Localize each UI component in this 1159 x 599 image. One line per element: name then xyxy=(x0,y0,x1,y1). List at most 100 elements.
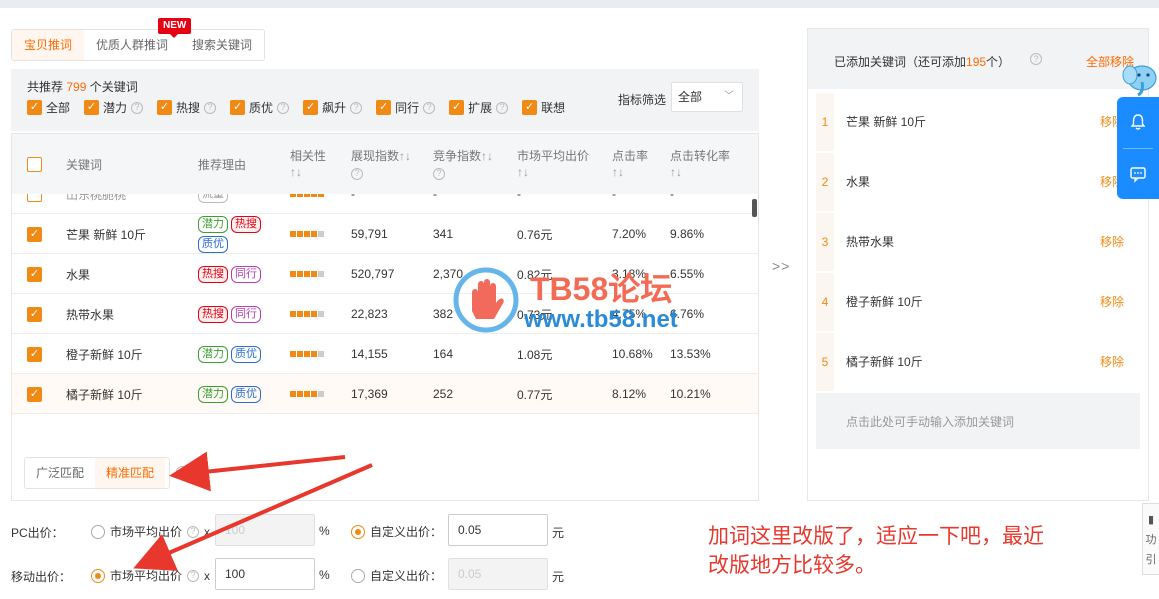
radio-icon[interactable] xyxy=(351,568,365,583)
metric-filter-select[interactable]: 全部 ﹀ xyxy=(671,82,743,112)
checkbox-checked-icon[interactable]: ✓ xyxy=(157,100,173,115)
sort-icon[interactable]: ↑↓ xyxy=(517,164,589,180)
sort-icon[interactable]: ↑↓ xyxy=(399,149,411,163)
help-icon[interactable]: ? xyxy=(187,525,200,538)
reason-tag: 同行 xyxy=(231,305,261,323)
bell-icon[interactable] xyxy=(1117,97,1159,147)
yuan-unit: 元 xyxy=(552,526,565,540)
tab-item-recommend[interactable]: 宝贝推词 xyxy=(12,30,85,60)
col-impressions[interactable]: 展现指数↑↓ ? xyxy=(351,148,411,180)
filter-associate[interactable]: ✓ 联想 xyxy=(522,99,565,116)
mobile-custom-bid-input[interactable]: 0.05 xyxy=(448,558,548,590)
chat-icon[interactable] xyxy=(1117,149,1159,199)
help-icon[interactable]: ? xyxy=(1030,53,1042,65)
radio-icon[interactable] xyxy=(91,524,105,539)
checkbox-checked-icon[interactable]: ✓ xyxy=(84,100,100,115)
filter-expand[interactable]: ✓ 扩展? xyxy=(449,99,509,116)
col-competition[interactable]: 竞争指数↑↓ ? xyxy=(433,148,493,180)
filter-peer[interactable]: ✓ 同行? xyxy=(376,99,436,116)
reason-tags: 热搜 同行 xyxy=(198,305,268,323)
help-icon[interactable]: ? xyxy=(350,101,363,114)
remove-keyword-button[interactable]: 移除 xyxy=(1100,273,1124,331)
relevance-star xyxy=(318,391,324,397)
remove-keyword-button[interactable]: 移除 xyxy=(1100,213,1124,271)
side-edge-widget[interactable]: ▮ 功 引 xyxy=(1142,503,1159,575)
pc-market-percent-input[interactable]: 100 xyxy=(215,514,315,546)
checkbox-checked-icon[interactable]: ✓ xyxy=(449,100,465,115)
table-row[interactable]: ✓ 橘子新鲜 10斤 潜力 质优 17,369 252 0.77元 8.12% 1… xyxy=(12,374,758,414)
checkbox-checked-icon[interactable]: ✓ xyxy=(376,100,392,115)
checkbox-checked-icon[interactable]: ✓ xyxy=(27,100,42,115)
filter-quality[interactable]: ✓ 质优? xyxy=(230,99,290,116)
row-checkbox[interactable]: ✓ xyxy=(27,386,42,402)
manual-add-keyword[interactable]: 点击此处可手动输入添加关键词 xyxy=(816,393,1140,449)
col-relevance[interactable]: 相关性 ↑↓ xyxy=(290,148,326,180)
exact-match-option[interactable]: 精准匹配 xyxy=(95,458,166,488)
help-icon[interactable]: ? xyxy=(131,101,144,114)
checkbox-checked-icon[interactable]: ✓ xyxy=(522,100,538,115)
pc-market-bid-option[interactable]: 市场平均出价 ? x xyxy=(91,523,210,540)
table-row[interactable]: ✓ 水果 热搜 同行 520,797 2,370 0.82元 3.18% 6.55… xyxy=(12,254,758,294)
help-icon[interactable]: ? xyxy=(277,101,290,114)
sort-icon[interactable]: ↑↓ xyxy=(612,164,648,180)
help-icon[interactable]: ? xyxy=(176,466,188,478)
sort-icon[interactable]: ↑↓ xyxy=(481,149,493,163)
table-row[interactable]: ✓ 热带水果 热搜 同行 22,823 382 0.73元 4.75% 6.76% xyxy=(12,294,758,334)
filter-label: 同行 xyxy=(395,101,420,115)
relevance-stars xyxy=(290,351,324,357)
row-checkbox[interactable]: ✓ xyxy=(27,306,42,322)
row-avg-bid: 1.08元 xyxy=(517,347,553,362)
col-cvr[interactable]: 点击转化率 ↑↓ xyxy=(670,148,730,180)
table-row[interactable]: 山东桃脆桃 流量 - - - - - xyxy=(12,194,758,214)
help-icon[interactable]: ? xyxy=(496,101,509,114)
radio-selected-icon[interactable] xyxy=(91,568,105,583)
table-row[interactable]: ✓ 芒果 新鲜 10斤 潜力 热搜 质优 59,791 341 0.76元 7.20… xyxy=(12,214,758,254)
filter-rising[interactable]: ✓ 飙升? xyxy=(303,99,363,116)
elephant-mascot-icon[interactable] xyxy=(1118,62,1159,98)
transfer-arrows: >> xyxy=(772,258,791,274)
added-keyword-item: 5 橘子新鲜 10斤 移除 xyxy=(816,333,1140,391)
row-competition: 341 xyxy=(433,227,454,241)
table-row[interactable]: ✓ 橙子新鲜 10斤 潜力 质优 14,155 164 1.08元 10.68% … xyxy=(12,334,758,374)
broad-match-option[interactable]: 广泛匹配 xyxy=(25,458,95,488)
sort-icon[interactable]: ↑↓ xyxy=(670,164,730,180)
tab-audience-recommend[interactable]: 优质人群推词 xyxy=(84,30,180,60)
radio-selected-icon[interactable] xyxy=(351,524,365,539)
help-icon[interactable]: ? xyxy=(204,101,217,114)
added-keyword-text: 橘子新鲜 10斤 xyxy=(846,355,923,369)
tab-search-keyword[interactable]: 搜索关键词 xyxy=(180,30,264,60)
added-keyword-text: 热带水果 xyxy=(846,235,895,249)
select-all-checkbox[interactable] xyxy=(27,157,42,172)
help-icon[interactable]: ? xyxy=(423,101,436,114)
pc-market-label: 市场平均出价 xyxy=(110,525,183,539)
table-scrollbar[interactable] xyxy=(752,199,757,217)
row-checkbox[interactable]: ✓ xyxy=(27,346,42,362)
row-checkbox[interactable]: ✓ xyxy=(27,266,42,282)
sort-icon[interactable]: ↑↓ xyxy=(290,164,326,180)
help-icon[interactable]: ? xyxy=(433,167,445,180)
row-checkbox[interactable]: ✓ xyxy=(27,226,42,242)
checkbox-checked-icon[interactable]: ✓ xyxy=(230,100,246,115)
col-ctr[interactable]: 点击率 ↑↓ xyxy=(612,148,648,180)
mobile-market-bid-option[interactable]: 市场平均出价 ? x xyxy=(91,567,210,584)
filter-hot-search[interactable]: ✓ 热搜? xyxy=(157,99,217,116)
help-icon[interactable]: ? xyxy=(187,569,200,582)
edge-widget-text: 功 xyxy=(1145,534,1157,546)
row-keyword: 山东桃脆桃 xyxy=(66,194,127,202)
help-icon[interactable]: ? xyxy=(351,167,363,180)
mobile-market-percent-input[interactable]: 100 xyxy=(215,558,315,590)
pc-custom-bid-option[interactable]: 自定义出价： xyxy=(351,523,442,540)
pc-custom-bid-input[interactable]: 0.05 xyxy=(448,514,548,546)
row-ctr: 7.20% xyxy=(612,227,647,241)
row-checkbox[interactable] xyxy=(27,194,42,202)
col-avg-bid[interactable]: 市场平均出价 ↑↓ xyxy=(517,148,589,180)
row-cvr: 6.55% xyxy=(670,267,705,281)
added-keyword-item: 1 芒果 新鲜 10斤 移除 xyxy=(816,93,1140,151)
remove-keyword-button[interactable]: 移除 xyxy=(1100,333,1124,391)
row-ctr: 4.75% xyxy=(612,307,647,321)
checkbox-checked-icon[interactable]: ✓ xyxy=(303,100,319,115)
filter-all[interactable]: ✓ 全部 xyxy=(27,99,70,116)
filter-potential[interactable]: ✓ 潜力? xyxy=(84,99,144,116)
reason-tag: 潜力 xyxy=(198,345,228,363)
mobile-custom-bid-option[interactable]: 自定义出价： xyxy=(351,567,442,584)
